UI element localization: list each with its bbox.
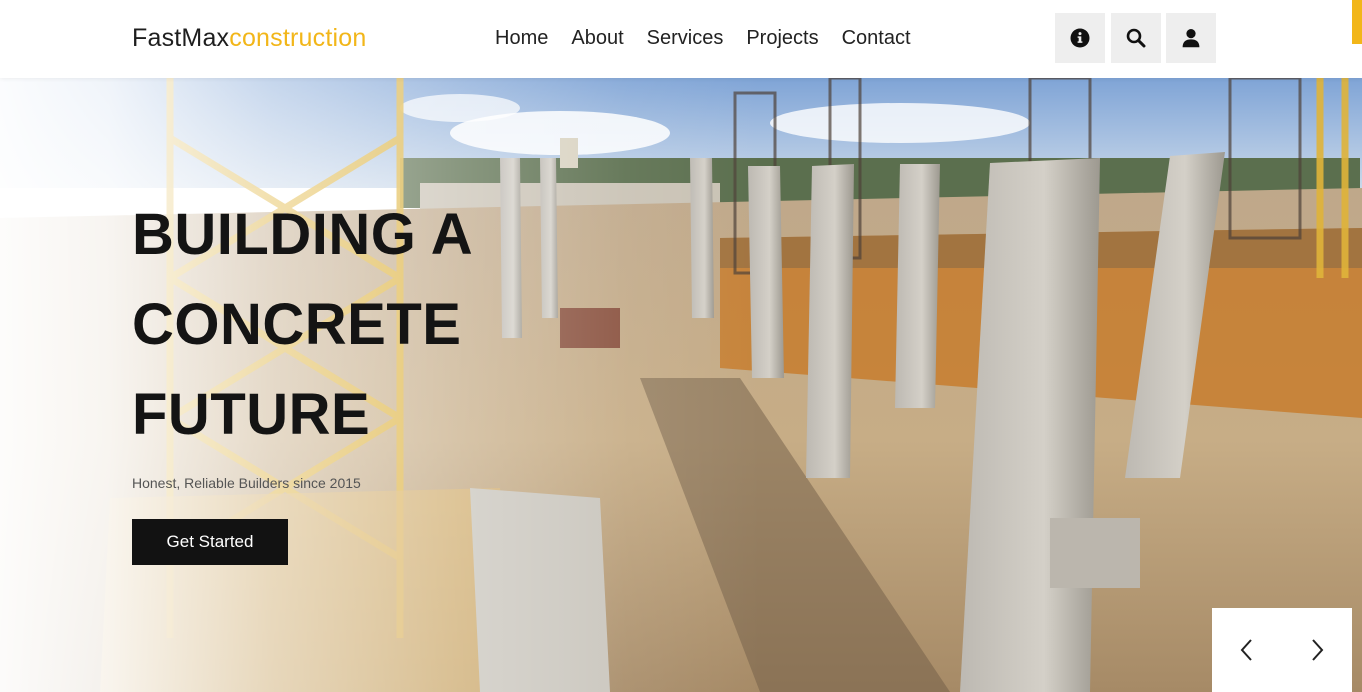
get-started-button[interactable]: Get Started	[132, 519, 288, 565]
hero-section: BUILDING A CONCRETE FUTURE Honest, Relia…	[0, 78, 1362, 692]
info-button[interactable]	[1055, 13, 1105, 63]
nav-about[interactable]: About	[571, 22, 623, 54]
logo-text-primary: FastMax	[132, 24, 230, 52]
prev-slide-button[interactable]	[1227, 630, 1267, 670]
chevron-left-icon	[1240, 639, 1252, 661]
nav-projects[interactable]: Projects	[746, 22, 818, 54]
next-slide-button[interactable]	[1297, 630, 1337, 670]
site-header: FastMaxconstruction Home About Services …	[0, 0, 1362, 78]
accent-tab	[1352, 0, 1362, 44]
info-icon	[1070, 28, 1090, 48]
nav-contact[interactable]: Contact	[842, 22, 911, 54]
account-button[interactable]	[1166, 13, 1216, 63]
search-button[interactable]	[1111, 13, 1161, 63]
chevron-right-icon	[1312, 639, 1324, 661]
hero-title: BUILDING A CONCRETE FUTURE	[132, 202, 472, 447]
brand-logo[interactable]: FastMaxconstruction	[132, 22, 366, 54]
nav-home[interactable]: Home	[495, 22, 548, 54]
nav-services[interactable]: Services	[647, 22, 724, 54]
slider-controls	[1212, 608, 1352, 692]
search-icon	[1126, 28, 1146, 48]
hero-subtitle: Honest, Reliable Builders since 2015	[132, 475, 361, 491]
logo-text-accent: construction	[229, 24, 367, 52]
main-nav: Home About Services Projects Contact	[495, 22, 934, 54]
user-icon	[1182, 29, 1200, 48]
